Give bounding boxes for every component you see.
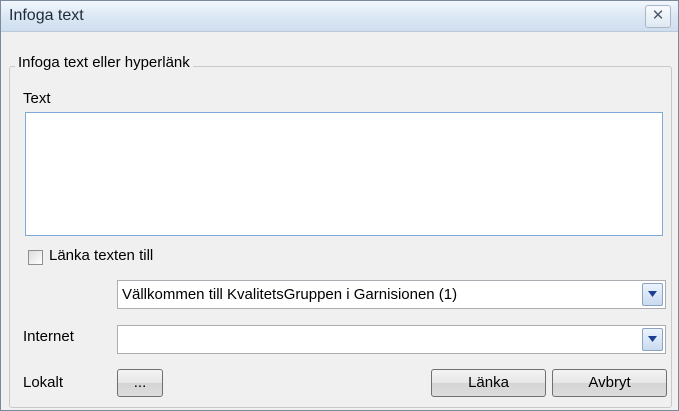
text-label: Text xyxy=(23,90,51,107)
dialog-title: Infoga text xyxy=(9,7,84,24)
groupbox-legend: Infoga text eller hyperlänk xyxy=(15,54,193,71)
chevron-down-icon[interactable] xyxy=(642,328,663,351)
page-select-dropdown[interactable]: Vällkommen till KvalitetsGruppen i Garni… xyxy=(117,280,666,309)
page-select-value: Vällkommen till KvalitetsGruppen i Garni… xyxy=(122,286,458,303)
browse-local-button[interactable]: ... xyxy=(117,369,163,397)
link-text-checkbox-label[interactable]: Länka texten till xyxy=(49,247,153,264)
local-label: Lokalt xyxy=(23,374,64,391)
chevron-down-icon[interactable] xyxy=(642,283,663,306)
link-button[interactable]: Länka xyxy=(431,369,546,397)
internet-url-combo[interactable] xyxy=(117,325,666,354)
text-input[interactable] xyxy=(25,112,663,236)
internet-label: Internet xyxy=(23,328,74,345)
close-button[interactable]: ✕ xyxy=(645,5,671,28)
title-bar: Infoga text ✕ xyxy=(1,1,678,32)
link-text-checkbox[interactable] xyxy=(28,250,43,265)
dialog-window: Infoga text ✕ Infoga text eller hyperlän… xyxy=(0,0,679,411)
cancel-button[interactable]: Avbryt xyxy=(552,369,667,397)
close-icon: ✕ xyxy=(651,7,665,24)
